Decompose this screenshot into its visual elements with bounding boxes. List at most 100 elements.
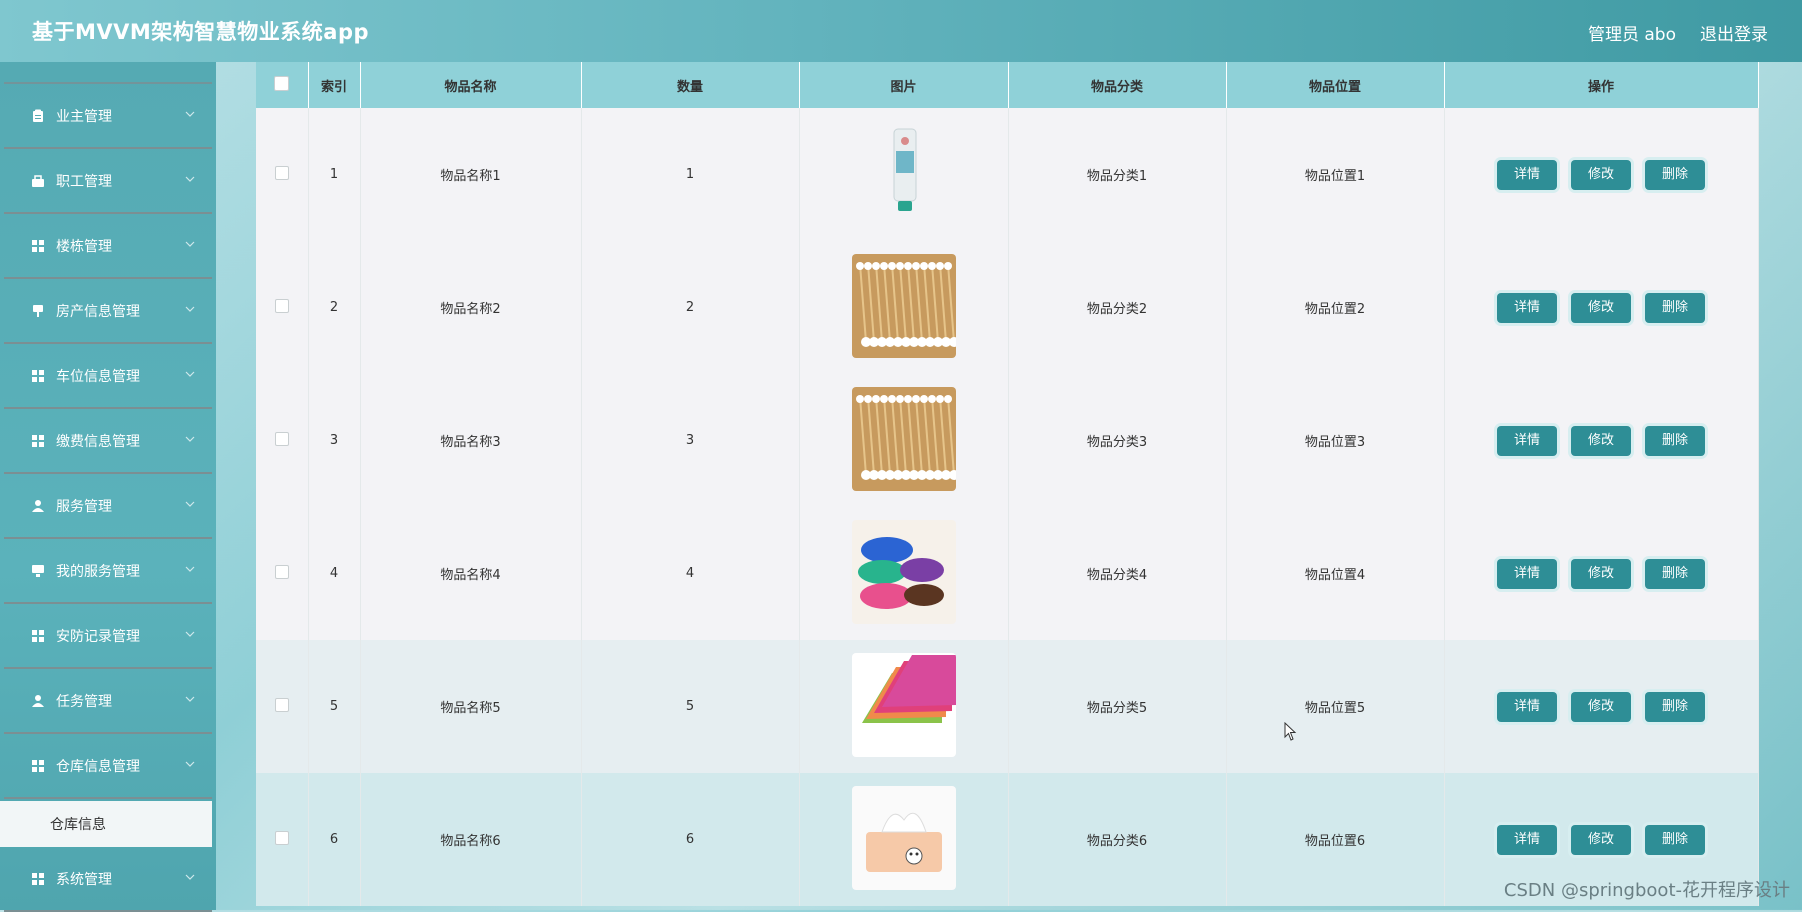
cell-actions: 详情 修改 删除 [1444,507,1759,640]
detail-button[interactable]: 详情 [1497,425,1557,456]
cell-qty: 6 [581,773,800,906]
briefcase-icon [30,173,46,189]
cell-image [799,241,1009,374]
table-row[interactable]: 5 物品名称5 5 物品分类5 物品位置5 详情 修改 删除 [256,640,1759,773]
chevron-down-icon [185,696,195,702]
logout-button[interactable]: 退出登录 [1700,20,1768,45]
detail-button[interactable]: 详情 [1497,159,1557,190]
sidebar-item[interactable]: 任务管理 [4,669,212,734]
cell-location: 物品位置4 [1226,507,1445,640]
sidebar-item[interactable]: 车位信息管理 [4,344,212,409]
edit-button[interactable]: 修改 [1571,824,1631,855]
delete-button[interactable]: 删除 [1645,425,1705,456]
sidebar-item-label: 职工管理 [56,173,112,190]
chevron-down-icon [185,761,195,767]
submenu-item-warehouse-info[interactable]: 仓库信息 [0,801,212,847]
sidebar-item[interactable]: 缴费信息管理 [4,409,212,474]
tissue-box-image[interactable] [851,785,956,890]
cell-image [799,108,1009,241]
cell-location: 物品位置5 [1226,640,1445,773]
table-row[interactable]: 1 物品名称1 1 物品分类1 物品位置1 详情 修改 删除 [256,108,1759,241]
edit-button[interactable]: 修改 [1571,558,1631,589]
select-all-checkbox[interactable] [274,75,290,91]
chevron-down-icon [185,371,195,377]
row-checkbox[interactable] [274,564,289,579]
table-row[interactable]: 3 物品名称3 3 物品分类3 物品位置3 详情 修改 删除 [256,374,1759,507]
cell-location: 物品位置6 [1226,773,1445,906]
sidebar-item-label: 安防记录管理 [56,628,140,645]
row-checkbox[interactable] [274,830,289,845]
app-title: 基于MVVM架构智慧物业系统app [32,20,370,44]
sidebar-item[interactable]: 系统管理 [4,847,212,912]
cell-name: 物品名称1 [360,108,582,241]
sidebar-item[interactable]: 职工管理 [4,149,212,214]
delete-button[interactable]: 删除 [1645,824,1705,855]
sidebar-item[interactable]: 业主管理 [4,84,212,149]
cell-name: 物品名称2 [360,241,582,374]
sidebar-item-label: 房产信息管理 [56,303,140,320]
chevron-down-icon [185,631,195,637]
edit-button[interactable]: 修改 [1571,425,1631,456]
cell-image [799,640,1009,773]
folded-cloths-image[interactable] [851,652,956,757]
detail-button[interactable]: 详情 [1497,558,1557,589]
delete-button[interactable]: 删除 [1645,558,1705,589]
sidebar-item[interactable]: 我的服务管理 [4,539,212,604]
delete-button[interactable]: 删除 [1645,159,1705,190]
table-row[interactable]: 2 物品名称2 2 物品分类2 物品位置2 详情 修改 删除 [256,241,1759,374]
cotton-swabs-image[interactable] [851,386,956,491]
cell-location: 物品位置2 [1226,241,1445,374]
row-checkbox[interactable] [274,697,289,712]
row-checkbox[interactable] [274,165,289,180]
sidebar-item[interactable]: 仓库信息管理 [4,734,212,799]
top-right-area: 管理员 abo 退出登录 [1588,20,1768,45]
chevron-down-icon [185,176,195,182]
cell-qty: 5 [581,640,800,773]
detail-button[interactable]: 详情 [1497,292,1557,323]
watermark: CSDN @springboot-花开程序设计 [1503,880,1790,901]
delete-button[interactable]: 删除 [1645,292,1705,323]
column-header-qty[interactable]: 数量 [581,62,800,108]
column-header-location[interactable]: 物品位置 [1226,62,1445,108]
column-header-category[interactable]: 物品分类 [1008,62,1227,108]
column-header-index[interactable]: 索引 [308,62,361,108]
toothpaste-image[interactable] [851,120,956,225]
main-content: 索引 物品名称 数量 图片 物品分类 物品位置 操作 1 物品名称1 1 物品分… [256,62,1759,910]
cell-index: 3 [308,374,361,507]
table-row[interactable]: 4 物品名称4 4 物品分类4 物品位置4 详情 修改 删除 [256,507,1759,640]
user-label[interactable]: 管理员 abo [1588,20,1676,45]
column-header-actions: 操作 [1444,62,1759,108]
row-checkbox[interactable] [274,298,289,313]
sidebar-item[interactable]: 楼栋管理 [4,214,212,279]
cotton-swabs-image[interactable] [851,253,956,358]
edit-button[interactable]: 修改 [1571,159,1631,190]
row-checkbox[interactable] [274,431,289,446]
cell-index: 5 [308,640,361,773]
cell-actions: 详情 修改 删除 [1444,640,1759,773]
sidebar-item[interactable]: 安防记录管理 [4,604,212,669]
row-select-cell [256,374,309,507]
chevron-down-icon [185,241,195,247]
delete-button[interactable]: 删除 [1645,691,1705,722]
sidebar-item[interactable]: 房产信息管理 [4,279,212,344]
cell-actions: 详情 修改 删除 [1444,241,1759,374]
edit-button[interactable]: 修改 [1571,292,1631,323]
edit-button[interactable]: 修改 [1571,691,1631,722]
rolled-towels-image[interactable] [851,519,956,624]
row-select-cell [256,241,309,374]
grid-icon [30,368,46,384]
clipboard-icon [30,108,46,124]
monitor-icon [30,563,46,579]
cell-index: 6 [308,773,361,906]
cell-category: 物品分类5 [1008,640,1227,773]
column-header-name[interactable]: 物品名称 [360,62,582,108]
column-header-image[interactable]: 图片 [799,62,1009,108]
cell-name: 物品名称5 [360,640,582,773]
grid-icon [30,433,46,449]
sidebar-item-label: 系统管理 [56,871,112,888]
sidebar-item[interactable]: 服务管理 [4,474,212,539]
sidebar-item-label: 服务管理 [56,498,112,515]
detail-button[interactable]: 详情 [1497,824,1557,855]
cell-qty: 4 [581,507,800,640]
detail-button[interactable]: 详情 [1497,691,1557,722]
